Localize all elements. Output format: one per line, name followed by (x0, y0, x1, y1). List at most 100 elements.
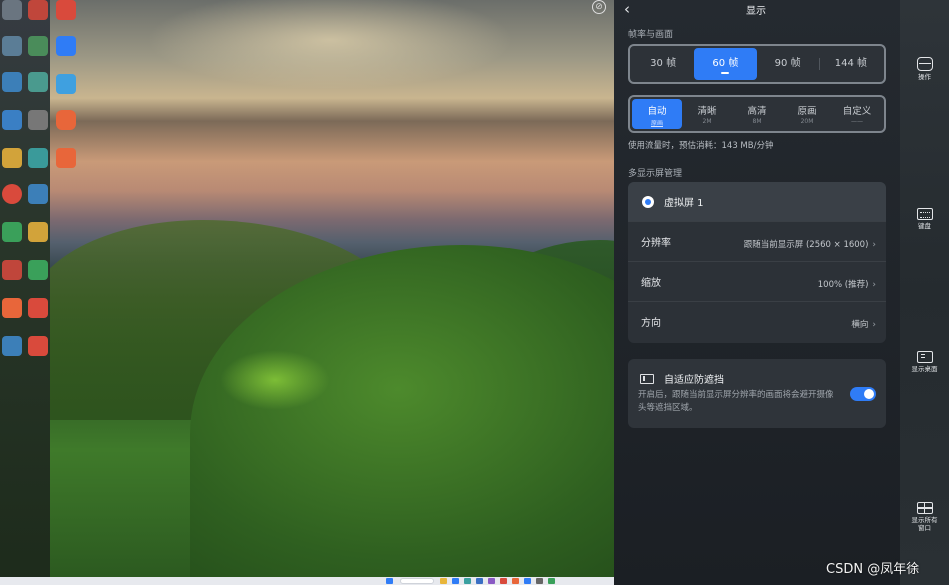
desktop-shortcut-icon[interactable] (28, 148, 48, 168)
tool-keyboard[interactable]: 键盘 (900, 208, 949, 230)
fps-option-60[interactable]: 60 帧 (694, 48, 757, 80)
fps-section-label: 帧率与画面 (628, 30, 674, 40)
desktop-shortcut-icon[interactable] (28, 336, 48, 356)
taskbar-app-icon[interactable] (536, 578, 543, 584)
taskbar-search-input[interactable] (400, 578, 434, 584)
tool-show-desktop[interactable]: 显示桌面 (900, 351, 949, 373)
tool-label: 显示所有窗口 (911, 516, 938, 532)
adaptive-title: 自适应防遮挡 (664, 375, 724, 386)
desktop-shortcut-icon[interactable] (28, 36, 48, 56)
desktop-shortcut-icon[interactable] (2, 336, 22, 356)
fps-option-30[interactable]: 30 帧 (632, 48, 694, 80)
quality-option-clear[interactable]: 清晰 2M (682, 99, 732, 129)
quality-option-label: 清晰 (697, 106, 717, 117)
row-label: 方向 (641, 318, 661, 329)
fps-option-90[interactable]: 90 帧 (757, 48, 819, 80)
virtual-screen-header[interactable]: 虚拟屏 1 (628, 182, 886, 221)
screen-icon (640, 373, 654, 384)
row-value: 横向 (851, 320, 869, 330)
quality-option-label: 原画 (797, 106, 817, 117)
desktop-shortcut-icon[interactable] (2, 184, 22, 204)
quality-option-label: 高清 (747, 106, 767, 117)
resolution-row[interactable]: 分辨率 跟随当前显示屏 (2560 × 1600) › (628, 221, 886, 261)
taskbar-app-icon[interactable] (512, 578, 519, 584)
desktop-shortcut-icon[interactable] (2, 298, 22, 318)
taskbar-app-icon[interactable] (476, 578, 483, 584)
quality-option-label: 自定义 (842, 106, 872, 117)
taskbar-app-icon[interactable] (440, 578, 447, 584)
tool-label: 键盘 (918, 222, 931, 230)
quality-option-sub: —— (851, 118, 863, 125)
all-windows-icon (916, 502, 933, 514)
row-value: 100% (推荐) (817, 280, 869, 290)
desktop-shortcut-icon[interactable] (2, 72, 22, 92)
desktop-shortcut-icon[interactable] (2, 222, 22, 242)
wallpaper-clearing (220, 350, 330, 410)
taskbar-app-icon[interactable] (488, 578, 495, 584)
taskbar-app-icon[interactable] (548, 578, 555, 584)
orientation-row[interactable]: 方向 横向 › (628, 301, 886, 341)
desktop-shortcut-icon[interactable] (2, 110, 22, 130)
show-desktop-icon (916, 351, 933, 363)
desktop-shortcut-icon[interactable] (56, 110, 76, 130)
desktop-shortcut-icon[interactable] (28, 184, 48, 204)
adaptive-anti-occlusion-card: 自适应防遮挡 开启后，跟随当前显示屏分辨率的画面将会避开摄像头等遮挡区域。 (628, 359, 886, 428)
desktop-shortcut-icon[interactable] (2, 260, 22, 280)
tool-label: 操作 (918, 73, 931, 81)
desktop-top-right-icon[interactable]: ⊘ (592, 0, 606, 14)
quality-option-label: 自动 (647, 106, 667, 117)
quality-option-sub: 8M (752, 118, 762, 125)
row-label: 缩放 (641, 278, 661, 289)
desktop-shortcut-icon[interactable] (28, 298, 48, 318)
quality-option-hd[interactable]: 高清 8M (732, 99, 782, 129)
data-usage-estimate: 使用流量时，预估消耗：143 MB/分钟 (628, 141, 774, 151)
adaptive-toggle[interactable] (850, 387, 876, 401)
adaptive-header: 自适应防遮挡 (640, 371, 724, 386)
desktop-shortcut-icon[interactable] (2, 36, 22, 56)
desktop-shortcut-icon[interactable] (28, 0, 48, 20)
chevron-right-icon: › (872, 240, 876, 250)
row-value: 跟随当前显示屏 (2560 × 1600) (743, 240, 869, 250)
right-toolbar (900, 0, 949, 585)
desktop-shortcut-icon[interactable] (28, 222, 48, 242)
desktop-wallpaper (50, 0, 614, 577)
multi-display-section-label: 多显示屏管理 (628, 169, 683, 179)
desktop-shortcut-icon[interactable] (56, 0, 76, 20)
taskbar-app-icon[interactable] (464, 578, 471, 584)
quality-option-sub: 原画 (650, 120, 663, 127)
start-icon[interactable] (386, 578, 393, 584)
tool-all-windows[interactable]: 显示所有窗口 (900, 502, 949, 532)
keyboard-icon (916, 208, 933, 220)
desktop-shortcut-icon[interactable] (28, 72, 48, 92)
quality-option-auto[interactable]: 自动 原画 (632, 99, 682, 129)
quality-option-original[interactable]: 原画 20M (782, 99, 832, 129)
taskbar-app-icon[interactable] (500, 578, 507, 584)
page-title: 显示 (746, 6, 766, 17)
chevron-right-icon: › (872, 320, 876, 330)
taskbar (0, 577, 614, 585)
desktop-shortcut-icon[interactable] (28, 260, 48, 280)
virtual-screen-card: 虚拟屏 1 分辨率 跟随当前显示屏 (2560 × 1600) › 缩放 100%… (628, 182, 886, 343)
desktop-shortcut-icon[interactable] (56, 36, 76, 56)
radio-selected-icon[interactable] (642, 195, 654, 208)
gamepad-icon (916, 57, 933, 71)
desktop-shortcut-icon[interactable] (56, 148, 76, 168)
adaptive-description: 开启后，跟随当前显示屏分辨率的画面将会避开摄像头等遮挡区域。 (638, 390, 834, 413)
quality-option-sub: 2M (702, 118, 712, 125)
desktop-shortcut-icon[interactable] (56, 74, 76, 94)
row-label: 分辨率 (641, 238, 671, 249)
taskbar-app-icon[interactable] (452, 578, 459, 584)
desktop-shortcut-icon[interactable] (28, 110, 48, 130)
scale-row[interactable]: 缩放 100% (推荐) › (628, 261, 886, 301)
virtual-screen-label: 虚拟屏 1 (664, 198, 704, 209)
desktop-shortcut-icon[interactable] (2, 148, 22, 168)
fps-option-144[interactable]: 144 帧 (820, 48, 882, 80)
back-chevron-icon[interactable]: ‹ (624, 0, 638, 18)
quality-segmented-control: 自动 原画 清晰 2M 高清 8M 原画 20M 自定义 —— (628, 95, 886, 133)
watermark: CSDN @凤年徐 (826, 562, 920, 577)
quality-option-custom[interactable]: 自定义 —— (832, 99, 882, 129)
tool-operate[interactable]: 操作 (900, 57, 949, 81)
taskbar-app-icon[interactable] (524, 578, 531, 584)
desktop-shortcut-icon[interactable] (2, 0, 22, 20)
tool-label: 显示桌面 (911, 365, 938, 373)
